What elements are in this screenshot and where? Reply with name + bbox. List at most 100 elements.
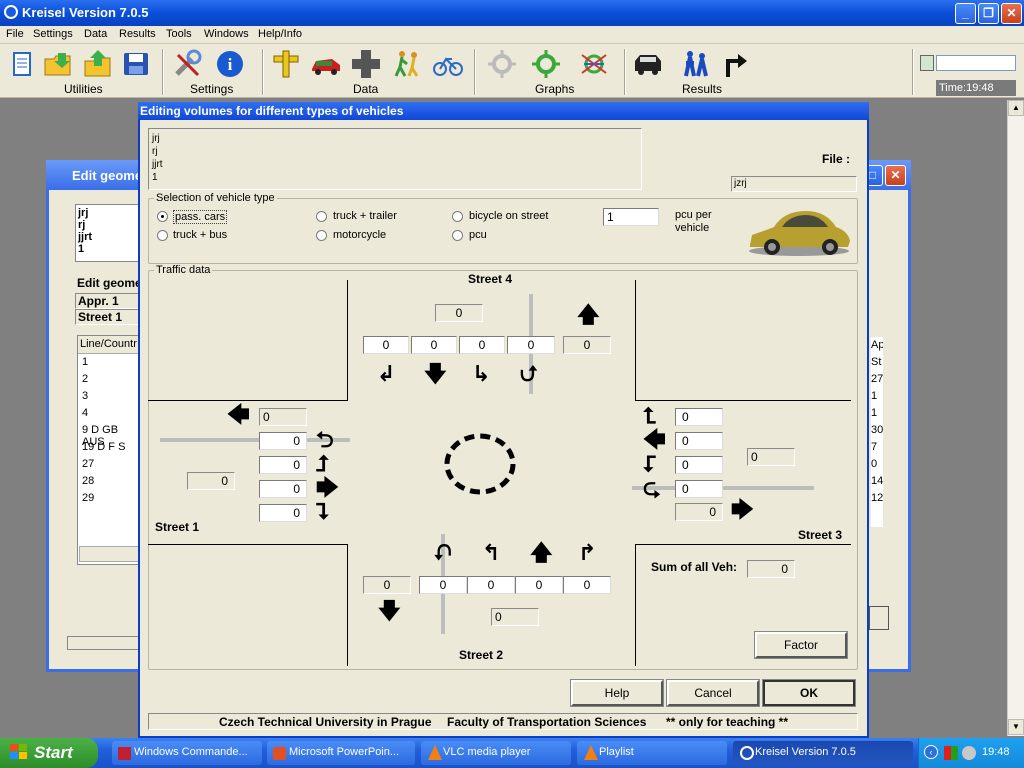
status-field <box>936 55 1016 71</box>
street3-total-field: 0 <box>747 448 795 466</box>
notes-box[interactable]: jrj rj jjrt 1 <box>148 128 642 190</box>
menu-file[interactable]: File <box>6 28 24 40</box>
table-row[interactable]: 27 <box>78 456 140 473</box>
scroll-up-button[interactable]: ▲ <box>1008 100 1024 116</box>
bg-right-cell: 27 <box>871 373 883 385</box>
roundabout-green-icon[interactable] <box>530 49 562 79</box>
street2-volume-input[interactable]: 0 <box>419 576 467 594</box>
car-icon[interactable] <box>310 49 342 79</box>
radio-bicycle-street-label[interactable]: bicycle on street <box>469 210 548 222</box>
bg-close-button[interactable]: ✕ <box>885 165 906 186</box>
street4-volume-input[interactable]: 0 <box>507 336 555 354</box>
tray-expand-icon[interactable]: ‹ <box>924 745 938 759</box>
new-file-icon[interactable] <box>6 49 38 79</box>
bg-right-cell: 14 <box>871 475 883 487</box>
radio-truck-bus-label[interactable]: truck + bus <box>173 229 227 241</box>
table-row[interactable]: 2 <box>78 371 140 388</box>
street4-volume-input[interactable]: 0 <box>459 336 505 354</box>
table-row[interactable]: 28 <box>78 473 140 490</box>
minimize-button[interactable]: _ <box>955 3 976 24</box>
restore-button[interactable]: ❐ <box>978 3 999 24</box>
workspace-scrollbar[interactable]: ▲ ▼ <box>1007 100 1024 736</box>
street2-volume-input[interactable]: 0 <box>563 576 611 594</box>
table-row[interactable]: 19 D F S <box>78 439 140 456</box>
street1-volume-input[interactable]: 0 <box>259 456 307 474</box>
menu-tools[interactable]: Tools <box>166 28 192 40</box>
save-icon[interactable] <box>120 49 152 79</box>
vehicle-type-group-label: Selection of vehicle type <box>154 192 277 204</box>
settings-tools-icon[interactable] <box>172 49 204 79</box>
tray-app-icon[interactable] <box>944 746 958 760</box>
street4-volume-input[interactable]: 0 <box>411 336 457 354</box>
group-label-results: Results <box>682 82 723 96</box>
street1-volume-input[interactable]: 0 <box>259 504 307 522</box>
arrow-down-icon: 🡇 <box>378 599 401 624</box>
radio-pcu-label[interactable]: pcu <box>469 229 487 241</box>
vehicle-results-icon[interactable] <box>632 49 664 79</box>
pedestrians-icon[interactable] <box>392 49 424 79</box>
street3-volume-input[interactable]: 0 <box>675 408 723 426</box>
export-folder-icon[interactable] <box>82 49 114 79</box>
cancel-button[interactable]: Cancel <box>666 679 760 707</box>
table-row[interactable]: 9 D GB AUS <box>78 422 140 448</box>
ok-button[interactable]: OK <box>762 679 856 707</box>
calculator-icon[interactable] <box>920 55 934 71</box>
taskbar-item-playlist[interactable]: Playlist <box>577 741 727 765</box>
radio-truck-bus[interactable] <box>157 230 168 241</box>
menu-results[interactable]: Results <box>119 28 156 40</box>
tray-clock: 19:48 <box>982 746 1010 758</box>
table-row[interactable]: 1 <box>78 354 140 371</box>
street4-volume-input[interactable]: 0 <box>363 336 409 354</box>
intersection-icon[interactable] <box>350 49 382 79</box>
bg-horizontal-scrollbar[interactable] <box>79 546 139 562</box>
radio-pcu[interactable] <box>452 230 463 241</box>
taskbar-item-vlc[interactable]: VLC media player <box>421 741 571 765</box>
tray-volume-icon[interactable] <box>962 746 976 760</box>
bicycle-icon[interactable] <box>432 49 464 79</box>
taskbar-item-total-commander[interactable]: Windows Commande... <box>112 741 262 765</box>
corner-line <box>347 280 348 400</box>
roundabout-graph-icon[interactable] <box>486 49 518 79</box>
table-row[interactable]: 29 <box>78 490 140 507</box>
table-row[interactable]: 3 <box>78 388 140 405</box>
taskbar-item-powerpoint[interactable]: Microsoft PowerPoin... <box>267 741 415 765</box>
street1-total-field: 0 <box>187 472 235 490</box>
radio-truck-trailer-label[interactable]: truck + trailer <box>333 210 397 222</box>
arrow-turn-down-left-icon: ⮦ <box>643 452 656 477</box>
street3-volume-input[interactable]: 0 <box>675 432 723 450</box>
people-results-icon[interactable] <box>680 49 712 79</box>
info-icon[interactable]: i <box>214 49 246 79</box>
open-folder-icon[interactable] <box>42 49 74 79</box>
road-sign-icon[interactable] <box>270 49 302 79</box>
street3-volume-input[interactable]: 0 <box>675 480 723 498</box>
radio-motorcycle-label[interactable]: motorcycle <box>333 229 386 241</box>
radio-pass-cars-label[interactable]: pass. cars <box>173 210 228 224</box>
factor-button[interactable]: Factor <box>754 631 848 659</box>
pcu-per-vehicle-input[interactable]: 1 <box>603 208 659 226</box>
turn-right-results-icon[interactable] <box>720 49 752 79</box>
street2-volume-input[interactable]: 0 <box>467 576 515 594</box>
menu-help-info[interactable]: Help/Info <box>258 28 302 40</box>
street3-volume-input[interactable]: 0 <box>675 456 723 474</box>
street1-volume-input[interactable]: 0 <box>259 480 307 498</box>
menu-data[interactable]: Data <box>84 28 107 40</box>
note-line: jrj <box>152 133 160 144</box>
radio-truck-trailer[interactable] <box>316 211 327 222</box>
street2-volume-input[interactable]: 0 <box>515 576 563 594</box>
taskbar-item-kreisel[interactable]: Kreisel Version 7.0.5 <box>733 741 913 765</box>
roundabout-icon <box>442 432 518 496</box>
scroll-down-button[interactable]: ▼ <box>1008 719 1024 735</box>
help-button[interactable]: Help <box>570 679 664 707</box>
radio-pass-cars[interactable] <box>157 211 168 222</box>
menu-windows[interactable]: Windows <box>204 28 249 40</box>
flow-graph-icon[interactable] <box>578 49 610 79</box>
radio-bicycle-street[interactable] <box>452 211 463 222</box>
street1-volume-input[interactable]: 0 <box>259 432 307 450</box>
menu-settings[interactable]: Settings <box>33 28 73 40</box>
radio-motorcycle[interactable] <box>316 230 327 241</box>
close-button[interactable]: ✕ <box>1001 3 1022 24</box>
bg-right-cell: 1 <box>871 390 878 402</box>
file-label: File : <box>822 152 851 166</box>
bg-button[interactable] <box>869 606 889 630</box>
table-row[interactable]: 4 <box>78 405 140 422</box>
